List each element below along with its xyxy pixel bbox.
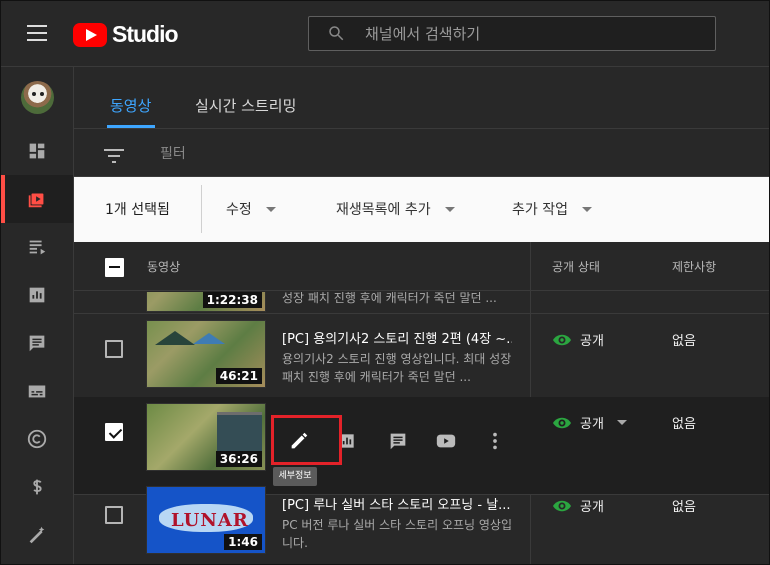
active-tab-indicator bbox=[107, 125, 155, 128]
tab-videos[interactable]: 동영상 bbox=[110, 95, 151, 116]
restrictions-value: 없음 bbox=[672, 500, 696, 515]
channel-search[interactable] bbox=[308, 16, 716, 51]
youtube-studio-window: Studio 동영상 실시간 스트리밍 필터 1개 선택됨 bbox=[0, 0, 770, 565]
selection-action-bar: 1개 선택됨 수정 재생목록에 추가 추가 작업 bbox=[74, 177, 769, 242]
search-icon[interactable] bbox=[327, 24, 345, 42]
filter-bar[interactable]: 필터 bbox=[74, 129, 769, 177]
video-title[interactable]: [PC] 루나 실버 스타 스토리 오프닝 - 날... bbox=[282, 494, 512, 513]
video-duration: 1:46 bbox=[224, 534, 262, 550]
select-all-checkbox[interactable] bbox=[105, 258, 124, 277]
add-to-playlist-label: 재생목록에 추가 bbox=[336, 202, 431, 218]
table-header: 동영상 공개 상태 제한사항 bbox=[74, 242, 769, 291]
visibility-label: 공개 bbox=[580, 334, 604, 349]
video-description: PC 버전 루나 실버 스타 스토리 오프닝 영상입니다. bbox=[282, 518, 512, 550]
eye-icon bbox=[553, 500, 571, 511]
tab-live[interactable]: 실시간 스트리밍 bbox=[195, 95, 296, 116]
more-actions-dropdown[interactable]: 추가 작업 bbox=[512, 199, 592, 219]
more-options-icon[interactable] bbox=[481, 427, 509, 455]
copyright-icon[interactable] bbox=[1, 415, 73, 463]
search-input[interactable] bbox=[365, 17, 695, 50]
video-thumbnail[interactable]: LUNAR 1:46 bbox=[146, 486, 266, 554]
eye-icon bbox=[553, 334, 571, 345]
studio-logo[interactable]: Studio bbox=[73, 21, 179, 48]
youtube-play-icon[interactable] bbox=[432, 427, 460, 455]
column-visibility[interactable]: 공개 상태 bbox=[552, 258, 600, 275]
video-duration: 46:21 bbox=[215, 368, 262, 384]
column-restrictions[interactable]: 제한사항 bbox=[672, 258, 716, 275]
comments-icon[interactable] bbox=[384, 427, 412, 455]
edit-label: 수정 bbox=[226, 202, 252, 218]
selected-count: 1개 선택됨 bbox=[105, 202, 170, 218]
video-description: 용의기사2 스토리 진행 영상입니다. 최대 성장 패치 진행 후에 캐릭터가 … bbox=[282, 352, 512, 384]
video-duration: 1:22:38 bbox=[202, 292, 262, 308]
add-to-playlist-dropdown[interactable]: 재생목록에 추가 bbox=[336, 199, 455, 219]
row-checkbox-checked[interactable] bbox=[105, 423, 123, 441]
table-row[interactable]: 1:22:38 성장 패치 진행 후에 캐릭터가 죽던 말던 ... bbox=[74, 292, 769, 314]
analytics-icon[interactable] bbox=[1, 271, 73, 319]
video-description: 성장 패치 진행 후에 캐릭터가 죽던 말던 ... bbox=[282, 292, 497, 305]
customization-icon[interactable] bbox=[1, 511, 73, 559]
highlight-box bbox=[271, 415, 342, 465]
chevron-down-icon bbox=[444, 207, 455, 212]
chevron-down-icon bbox=[581, 207, 592, 212]
content-area: 동영상 실시간 스트리밍 필터 1개 선택됨 수정 재생목록에 추가 추가 작업… bbox=[74, 67, 769, 564]
video-thumbnail[interactable]: 36:26 bbox=[146, 403, 266, 471]
more-actions-label: 추가 작업 bbox=[512, 202, 568, 218]
restrictions-value: 없음 bbox=[672, 334, 696, 349]
edit-dropdown[interactable]: 수정 bbox=[226, 199, 276, 219]
filter-icon[interactable] bbox=[104, 149, 124, 163]
video-thumbnail[interactable]: 1:22:38 bbox=[146, 292, 266, 312]
lunar-logo-text: LUNAR bbox=[171, 510, 249, 531]
comments-icon[interactable] bbox=[1, 319, 73, 367]
hamburger-menu-icon[interactable] bbox=[27, 25, 47, 41]
visibility-status: 공개 bbox=[552, 496, 604, 515]
visibility-label: 공개 bbox=[580, 417, 604, 432]
dashboard-icon[interactable] bbox=[1, 127, 73, 175]
subtitles-icon[interactable] bbox=[1, 367, 73, 415]
channel-avatar[interactable] bbox=[21, 81, 54, 114]
video-duration: 36:26 bbox=[215, 451, 262, 467]
visibility-label: 공개 bbox=[580, 500, 604, 515]
row-checkbox[interactable] bbox=[105, 340, 123, 358]
youtube-play-logo-icon bbox=[73, 22, 107, 47]
filter-label: 필터 bbox=[160, 146, 186, 162]
left-sidebar bbox=[1, 67, 74, 564]
logo-text: Studio bbox=[112, 21, 179, 47]
content-tabs: 동영상 실시간 스트리밍 bbox=[74, 67, 769, 129]
restrictions-value: 없음 bbox=[672, 417, 696, 432]
chevron-down-icon bbox=[265, 207, 276, 212]
content-icon[interactable] bbox=[1, 175, 73, 223]
chevron-down-icon[interactable] bbox=[616, 420, 627, 425]
action-divider bbox=[201, 185, 202, 233]
visibility-dropdown[interactable]: 공개 bbox=[552, 413, 627, 432]
top-bar: Studio bbox=[1, 1, 769, 67]
playlists-icon[interactable] bbox=[1, 223, 73, 271]
video-thumbnail[interactable]: 46:21 bbox=[146, 320, 266, 388]
column-video[interactable]: 동영상 bbox=[147, 258, 180, 275]
video-title[interactable]: [PC] 용의기사2 스토리 진행 2편 (4장 ~... bbox=[282, 328, 512, 347]
row-checkbox[interactable] bbox=[105, 506, 123, 524]
monetization-icon[interactable] bbox=[1, 463, 73, 511]
visibility-status: 공개 bbox=[552, 330, 604, 349]
table-row[interactable]: LUNAR 1:46 [PC] 루나 실버 스타 스토리 오프닝 - 날... … bbox=[74, 480, 769, 564]
eye-icon bbox=[553, 417, 571, 428]
